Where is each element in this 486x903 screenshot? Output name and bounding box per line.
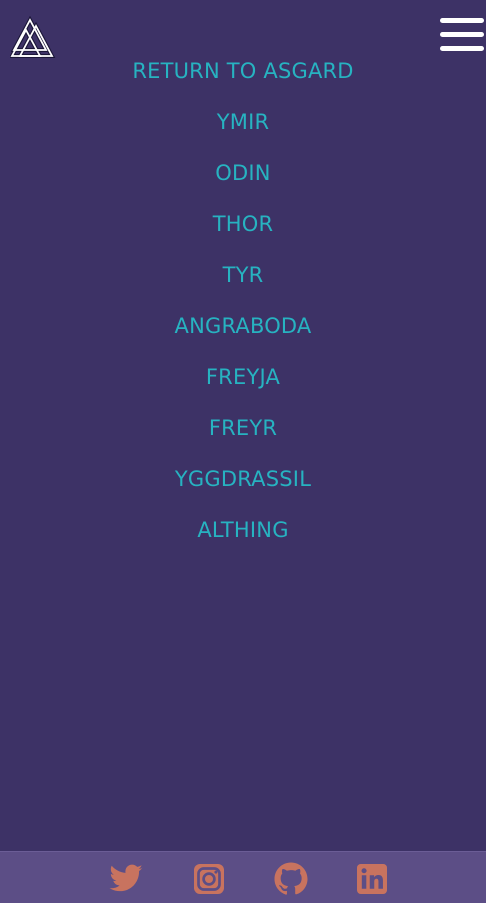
nav-item-freyja: FREYJA [0, 357, 486, 408]
nav-link-thor[interactable]: THOR [213, 212, 274, 236]
linkedin-icon[interactable] [352, 861, 392, 897]
nav-item-tyr: TYR [0, 255, 486, 306]
nav-item-althing: ALTHING [0, 510, 486, 561]
nav-link-angraboda[interactable]: ANGRABODA [175, 314, 312, 338]
nav-link-althing[interactable]: ALTHING [197, 518, 288, 542]
nav-link-yggdrassil[interactable]: YGGDRASSIL [175, 467, 311, 491]
github-icon[interactable] [271, 861, 311, 897]
nav-item-ymir: YMIR [0, 102, 486, 153]
instagram-icon[interactable] [189, 861, 229, 897]
nav-link-tyr[interactable]: TYR [223, 263, 264, 287]
nav-link-ymir[interactable]: YMIR [217, 110, 270, 134]
menu-bar-top [440, 18, 484, 23]
nav-item-return-to-asgard: RETURN TO ASGARD [0, 51, 486, 102]
nav-item-thor: THOR [0, 204, 486, 255]
nav-link-odin[interactable]: ODIN [215, 161, 270, 185]
nav-item-odin: ODIN [0, 153, 486, 204]
nav-item-freyr: FREYR [0, 408, 486, 459]
nav-item-angraboda: ANGRABODA [0, 306, 486, 357]
footer [0, 851, 486, 903]
nav-item-yggdrassil: YGGDRASSIL [0, 459, 486, 510]
menu-bar-middle [440, 32, 484, 37]
nav-link-freyja[interactable]: FREYJA [206, 365, 280, 389]
nav-link-freyr[interactable]: FREYR [209, 416, 277, 440]
nav-link-return-to-asgard[interactable]: RETURN TO ASGARD [132, 59, 353, 83]
main-navigation: RETURN TO ASGARD YMIR ODIN THOR TYR ANGR… [0, 51, 486, 561]
hamburger-menu-icon[interactable] [440, 16, 486, 54]
twitter-icon[interactable] [106, 861, 146, 897]
